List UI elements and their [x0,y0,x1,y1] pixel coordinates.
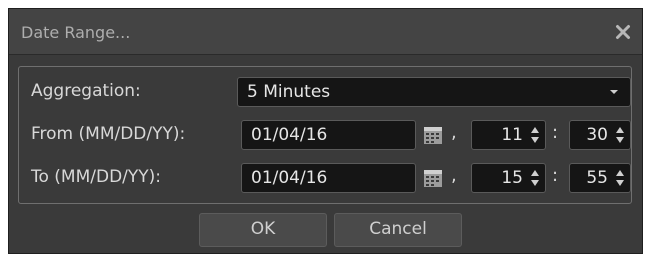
cancel-button[interactable]: Cancel [334,213,462,247]
dialog-title: Date Range... [21,23,131,42]
from-date-value: 01/04/16 [251,125,328,145]
to-date-input[interactable]: 01/04/16 [241,163,416,193]
to-minute-value: 55 [586,168,608,188]
chevron-down-icon [610,90,618,94]
to-row: To (MM/DD/YY): 01/04/16 , 15: 55 [19,161,631,195]
from-minute-value: 30 [586,125,608,145]
calendar-icon[interactable] [422,167,444,189]
to-minute-spinner[interactable]: 55 [569,163,631,193]
date-range-dialog: Date Range... Aggregation: 5 Minutes Fro… [8,8,643,254]
close-icon[interactable] [609,18,637,46]
from-hour-value: 11 [501,125,523,145]
to-hour-spinner[interactable]: 15 [471,163,546,193]
to-comma: , [451,165,457,186]
to-label: To (MM/DD/YY): [31,167,162,187]
from-row: From (MM/DD/YY): 01/04/16 , 11: 30 [19,118,631,152]
from-label: From (MM/DD/YY): [31,124,186,144]
spinner-arrows-icon[interactable] [615,127,625,145]
from-hour-spinner[interactable]: 11 [471,120,546,150]
aggregation-label: Aggregation: [31,81,141,101]
spinner-arrows-icon[interactable] [615,170,625,188]
ok-button[interactable]: OK [199,213,327,247]
spinner-arrows-icon[interactable] [530,170,540,188]
to-hour-value: 15 [501,168,523,188]
calendar-icon[interactable] [422,124,444,146]
spinner-arrows-icon[interactable] [530,127,540,145]
date-range-group: Aggregation: 5 Minutes From (MM/DD/YY): … [18,66,632,204]
from-date-input[interactable]: 01/04/16 [241,120,416,150]
aggregation-row: Aggregation: 5 Minutes [19,75,631,109]
to-date-value: 01/04/16 [251,168,328,188]
from-comma: , [451,122,457,143]
to-colon: : [552,165,559,186]
from-colon: : [552,122,559,143]
from-minute-spinner[interactable]: 30 [569,120,631,150]
aggregation-dropdown[interactable]: 5 Minutes [237,77,631,107]
aggregation-value: 5 Minutes [247,82,331,102]
dialog-titlebar[interactable]: Date Range... [9,9,642,55]
